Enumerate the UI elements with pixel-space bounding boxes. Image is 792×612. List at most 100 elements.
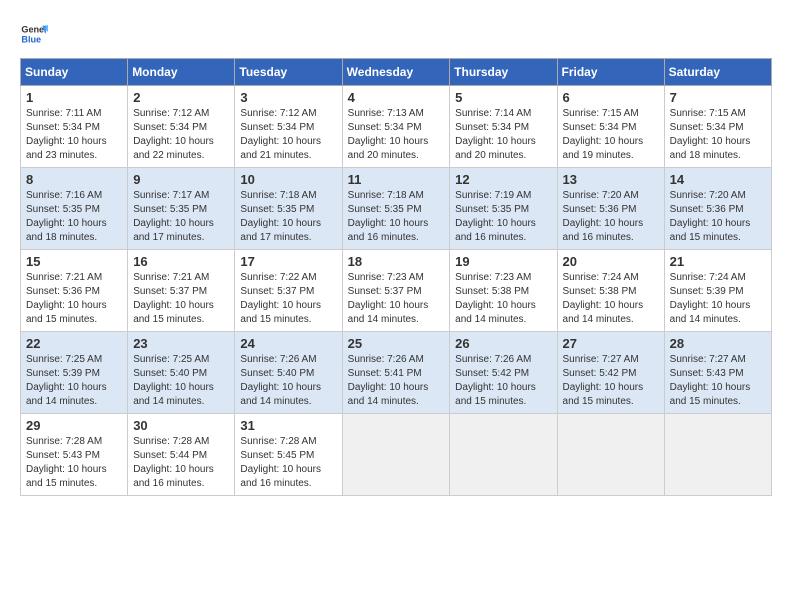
day-info: Sunrise: 7:26 AMSunset: 5:42 PMDaylight:… — [455, 353, 551, 409]
day-info: Sunrise: 7:18 AMSunset: 5:35 PMDaylight:… — [348, 189, 445, 245]
day-number: 10 — [240, 172, 336, 187]
day-number: 15 — [26, 254, 122, 269]
day-cell: 4 Sunrise: 7:13 AMSunset: 5:34 PMDaylight… — [342, 86, 450, 168]
day-number: 30 — [133, 418, 229, 433]
day-info: Sunrise: 7:25 AMSunset: 5:39 PMDaylight:… — [26, 353, 122, 409]
day-number: 1 — [26, 90, 122, 105]
day-cell: 7Sunrise: 7:15 AMSunset: 5:34 PMDaylight… — [664, 86, 771, 168]
day-info: Sunrise: 7:13 AMSunset: 5:34 PMDaylight:… — [348, 107, 445, 163]
calendar: SundayMondayTuesdayWednesdayThursdayFrid… — [20, 58, 772, 496]
day-number: 8 — [26, 172, 122, 187]
day-number: 7 — [670, 90, 766, 105]
day-cell: 20 Sunrise: 7:24 AMSunset: 5:38 PMDayligh… — [557, 250, 664, 332]
day-info: Sunrise: 7:21 AMSunset: 5:36 PMDaylight:… — [26, 271, 122, 327]
day-cell: 24 Sunrise: 7:26 AMSunset: 5:40 PMDayligh… — [235, 332, 342, 414]
day-cell: 16Sunrise: 7:21 AMSunset: 5:37 PMDayligh… — [128, 250, 235, 332]
week-row-4: 22 Sunrise: 7:25 AMSunset: 5:39 PMDayligh… — [21, 332, 772, 414]
day-cell: 28Sunrise: 7:27 AMSunset: 5:43 PMDayligh… — [664, 332, 771, 414]
day-cell: 29 Sunrise: 7:28 AMSunset: 5:43 PMDayligh… — [21, 414, 128, 496]
day-info: Sunrise: 7:26 AMSunset: 5:40 PMDaylight:… — [240, 353, 336, 409]
day-cell — [450, 414, 557, 496]
day-info: Sunrise: 7:22 AMSunset: 5:37 PMDaylight:… — [240, 271, 336, 327]
day-info: Sunrise: 7:14 AMSunset: 5:34 PMDaylight:… — [455, 107, 551, 163]
day-cell: 12 Sunrise: 7:19 AMSunset: 5:35 PMDayligh… — [450, 168, 557, 250]
day-number: 25 — [348, 336, 445, 351]
day-cell — [342, 414, 450, 496]
day-number: 20 — [563, 254, 659, 269]
day-number: 24 — [240, 336, 336, 351]
day-number: 3 — [240, 90, 336, 105]
day-cell: 27 Sunrise: 7:27 AMSunset: 5:42 PMDayligh… — [557, 332, 664, 414]
day-cell: 11 Sunrise: 7:18 AMSunset: 5:35 PMDayligh… — [342, 168, 450, 250]
day-number: 19 — [455, 254, 551, 269]
day-cell: 30 Sunrise: 7:28 AMSunset: 5:44 PMDayligh… — [128, 414, 235, 496]
day-number: 22 — [26, 336, 122, 351]
day-number: 12 — [455, 172, 551, 187]
day-info: Sunrise: 7:28 AMSunset: 5:43 PMDaylight:… — [26, 435, 122, 491]
day-cell: 15 Sunrise: 7:21 AMSunset: 5:36 PMDayligh… — [21, 250, 128, 332]
day-info: Sunrise: 7:27 AMSunset: 5:42 PMDaylight:… — [563, 353, 659, 409]
day-header-monday: Monday — [128, 59, 235, 86]
day-header-wednesday: Wednesday — [342, 59, 450, 86]
day-info: Sunrise: 7:25 AMSunset: 5:40 PMDaylight:… — [133, 353, 229, 409]
day-number: 9 — [133, 172, 229, 187]
day-number: 18 — [348, 254, 445, 269]
day-info: Sunrise: 7:17 AMSunset: 5:35 PMDaylight:… — [133, 189, 229, 245]
day-number: 21 — [670, 254, 766, 269]
day-cell: 23 Sunrise: 7:25 AMSunset: 5:40 PMDayligh… — [128, 332, 235, 414]
day-number: 4 — [348, 90, 445, 105]
day-cell: 8 Sunrise: 7:16 AMSunset: 5:35 PMDaylight… — [21, 168, 128, 250]
day-cell: 14 Sunrise: 7:20 AMSunset: 5:36 PMDayligh… — [664, 168, 771, 250]
day-info: Sunrise: 7:20 AMSunset: 5:36 PMDaylight:… — [563, 189, 659, 245]
day-cell: 21 Sunrise: 7:24 AMSunset: 5:39 PMDayligh… — [664, 250, 771, 332]
day-number: 29 — [26, 418, 122, 433]
day-info: Sunrise: 7:16 AMSunset: 5:35 PMDaylight:… — [26, 189, 122, 245]
day-header-tuesday: Tuesday — [235, 59, 342, 86]
day-cell: 13Sunrise: 7:20 AMSunset: 5:36 PMDayligh… — [557, 168, 664, 250]
day-cell: 17 Sunrise: 7:22 AMSunset: 5:37 PMDayligh… — [235, 250, 342, 332]
day-cell: 10 Sunrise: 7:18 AMSunset: 5:35 PMDayligh… — [235, 168, 342, 250]
day-info: Sunrise: 7:28 AMSunset: 5:45 PMDaylight:… — [240, 435, 336, 491]
day-info: Sunrise: 7:18 AMSunset: 5:35 PMDaylight:… — [240, 189, 336, 245]
day-number: 17 — [240, 254, 336, 269]
week-row-5: 29 Sunrise: 7:28 AMSunset: 5:43 PMDayligh… — [21, 414, 772, 496]
day-number: 14 — [670, 172, 766, 187]
header-row: SundayMondayTuesdayWednesdayThursdayFrid… — [21, 59, 772, 86]
week-row-3: 15 Sunrise: 7:21 AMSunset: 5:36 PMDayligh… — [21, 250, 772, 332]
day-number: 16 — [133, 254, 229, 269]
week-row-2: 8 Sunrise: 7:16 AMSunset: 5:35 PMDaylight… — [21, 168, 772, 250]
week-row-1: 1 Sunrise: 7:11 AMSunset: 5:34 PMDaylight… — [21, 86, 772, 168]
day-info: Sunrise: 7:12 AMSunset: 5:34 PMDaylight:… — [240, 107, 336, 163]
day-info: Sunrise: 7:19 AMSunset: 5:35 PMDaylight:… — [455, 189, 551, 245]
day-number: 26 — [455, 336, 551, 351]
day-info: Sunrise: 7:24 AMSunset: 5:38 PMDaylight:… — [563, 271, 659, 327]
day-number: 11 — [348, 172, 445, 187]
logo-icon: General Blue — [20, 20, 48, 48]
day-header-saturday: Saturday — [664, 59, 771, 86]
logo: General Blue — [20, 20, 52, 48]
day-number: 23 — [133, 336, 229, 351]
day-cell: 2Sunrise: 7:12 AMSunset: 5:34 PMDaylight… — [128, 86, 235, 168]
day-info: Sunrise: 7:15 AMSunset: 5:34 PMDaylight:… — [563, 107, 659, 163]
day-info: Sunrise: 7:23 AMSunset: 5:38 PMDaylight:… — [455, 271, 551, 327]
day-info: Sunrise: 7:26 AMSunset: 5:41 PMDaylight:… — [348, 353, 445, 409]
day-info: Sunrise: 7:24 AMSunset: 5:39 PMDaylight:… — [670, 271, 766, 327]
day-header-sunday: Sunday — [21, 59, 128, 86]
calendar-body: 1 Sunrise: 7:11 AMSunset: 5:34 PMDaylight… — [21, 86, 772, 496]
day-cell: 1 Sunrise: 7:11 AMSunset: 5:34 PMDaylight… — [21, 86, 128, 168]
day-cell: 26 Sunrise: 7:26 AMSunset: 5:42 PMDayligh… — [450, 332, 557, 414]
day-cell: 9 Sunrise: 7:17 AMSunset: 5:35 PMDaylight… — [128, 168, 235, 250]
day-info: Sunrise: 7:27 AMSunset: 5:43 PMDaylight:… — [670, 353, 766, 409]
day-number: 5 — [455, 90, 551, 105]
day-info: Sunrise: 7:20 AMSunset: 5:36 PMDaylight:… — [670, 189, 766, 245]
day-header-thursday: Thursday — [450, 59, 557, 86]
day-cell: 19 Sunrise: 7:23 AMSunset: 5:38 PMDayligh… — [450, 250, 557, 332]
day-number: 27 — [563, 336, 659, 351]
day-info: Sunrise: 7:12 AMSunset: 5:34 PMDaylight:… — [133, 107, 229, 163]
day-info: Sunrise: 7:28 AMSunset: 5:44 PMDaylight:… — [133, 435, 229, 491]
day-number: 6 — [563, 90, 659, 105]
day-cell: 18Sunrise: 7:23 AMSunset: 5:37 PMDayligh… — [342, 250, 450, 332]
day-cell: 25 Sunrise: 7:26 AMSunset: 5:41 PMDayligh… — [342, 332, 450, 414]
day-info: Sunrise: 7:11 AMSunset: 5:34 PMDaylight:… — [26, 107, 122, 163]
day-cell: 31Sunrise: 7:28 AMSunset: 5:45 PMDayligh… — [235, 414, 342, 496]
